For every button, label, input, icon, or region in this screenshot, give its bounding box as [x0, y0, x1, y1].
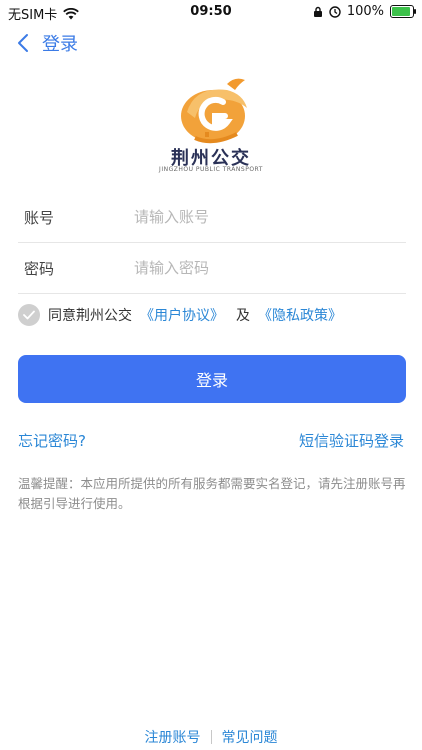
sms-login-link[interactable]: 短信验证码登录: [299, 430, 404, 451]
alarm-icon: [329, 5, 341, 18]
lock-rotation-icon: [313, 6, 322, 17]
back-button[interactable]: 登录: [14, 30, 78, 56]
account-input[interactable]: [132, 207, 406, 227]
agree-checkbox[interactable]: [18, 304, 40, 326]
account-row: 账号: [18, 192, 406, 243]
status-right: 100%: [313, 4, 416, 19]
tip-text: 温馨提醒：本应用所提供的所有服务都需要实名登记，请先注册账号再根据引导进行使用。: [18, 476, 406, 511]
footer-divider: [210, 730, 212, 744]
register-link[interactable]: 注册账号: [145, 727, 201, 747]
battery-fill: [392, 7, 410, 16]
nav-bar: 登录: [0, 30, 422, 62]
back-label: 登录: [42, 34, 78, 55]
user-agreement-link[interactable]: 《用户协议》: [140, 305, 224, 325]
battery-percent: 100%: [346, 4, 384, 19]
agreement-and: 及: [236, 308, 250, 324]
forgot-password-link[interactable]: 忘记密码?: [18, 430, 86, 451]
status-bar: 无SIM卡 09:50 100%: [0, 0, 422, 24]
password-row: 密码: [18, 243, 406, 294]
footer: 注册账号 常见问题: [0, 727, 422, 747]
account-label: 账号: [24, 208, 55, 227]
logo-subtitle: JINGZHOU PUBLIC TRANSPORT: [159, 166, 263, 173]
agreement-prefix: 同意荆州公交: [48, 308, 132, 324]
faq-link[interactable]: 常见问题: [222, 727, 278, 747]
password-input[interactable]: [132, 258, 406, 278]
privacy-policy-link[interactable]: 《隐私政策》: [258, 305, 342, 325]
battery-icon: [390, 5, 416, 18]
checkmark-icon: [23, 310, 35, 320]
agreement-row: 同意荆州公交 《用户协议》 及 《隐私政策》: [18, 304, 342, 326]
password-label: 密码: [24, 259, 55, 278]
login-button[interactable]: 登录: [18, 355, 406, 403]
chevron-left-icon: [18, 34, 28, 52]
